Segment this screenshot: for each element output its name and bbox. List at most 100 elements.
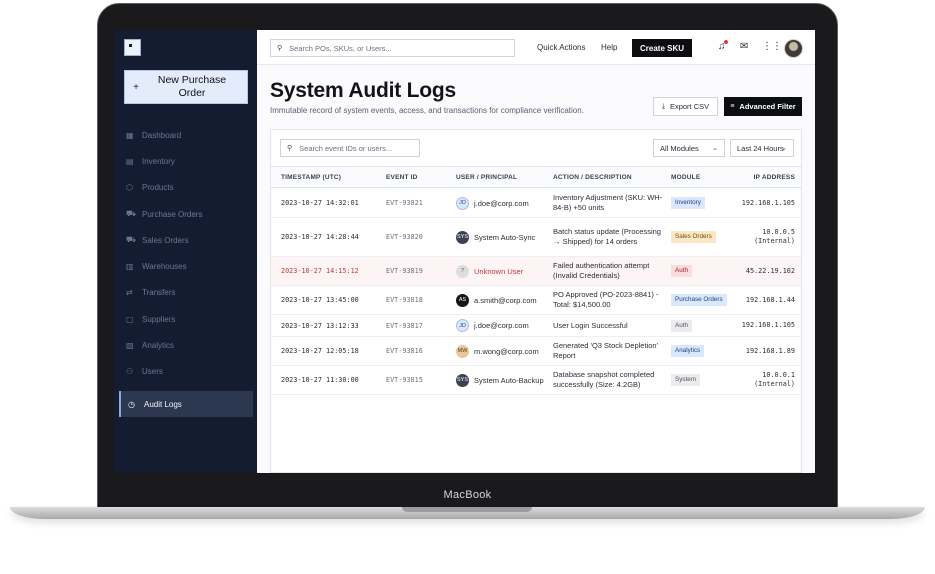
sidebar-item-sales-orders[interactable]: ⛟ Sales Orders [114, 227, 257, 253]
new-purchase-order-button[interactable]: + New Purchase Order [124, 70, 248, 104]
column-header-action[interactable]: ACTION / DESCRIPTION [553, 174, 632, 181]
table-row[interactable]: 2023-10-27 13:12:33 EVT-93817 JD j.doe@corp… [271, 315, 801, 337]
user-avatar[interactable] [784, 39, 803, 58]
time-range-select-value: Last 24 Hours [737, 143, 784, 153]
export-csv-button[interactable]: ⤓ Export CSV [653, 97, 718, 116]
table-row[interactable]: 2023-10-27 13:45:00 EVT-93818 AS a.smith@co… [271, 286, 801, 315]
ip-note: (Internal) [754, 237, 795, 245]
chevron-down-icon: ⌄ [781, 145, 787, 152]
user-avatar-initials: SYS [456, 230, 469, 244]
table-row[interactable]: 2023-10-27 14:32:01 EVT-93821 JD j.doe@corp… [271, 189, 801, 218]
module-cell: Auth [671, 257, 692, 285]
user-name: System Auto-Sync [474, 232, 536, 242]
device-brand-label: MacBook [443, 489, 492, 501]
export-csv-label: Export CSV [669, 102, 710, 111]
user-cell: ? Unknown User [456, 257, 523, 285]
action-description-cell: Generated 'Q3 Stock Depletion' Report [553, 341, 659, 360]
column-header-module[interactable]: MODULE [671, 174, 700, 181]
event-id-cell: EVT-93815 [386, 376, 423, 384]
ip-address: 192.168.1.105 [741, 198, 795, 207]
user-avatar-initials: JD [456, 319, 469, 332]
sidebar-item-dashboard[interactable]: ▦ Dashboard [114, 122, 257, 148]
apps-grid-icon[interactable]: ⋮⋮ [762, 41, 782, 52]
ip-address: 10.0.0.5 [762, 228, 795, 236]
sidebar-item-label: Audit Logs [144, 399, 182, 409]
audit-log-card: ⚲ Search event IDs or users... All Modul… [270, 129, 802, 473]
sidebar-item-suppliers[interactable]: ▢ Suppliers [114, 306, 257, 332]
column-header-ip[interactable]: IP ADDRESS [754, 174, 795, 181]
column-header-timestamp[interactable]: TIMESTAMP (UTC) [281, 174, 341, 181]
sidebar-item-products[interactable]: ⬡ Products [114, 175, 257, 201]
event-id-cell: EVT-93816 [386, 347, 423, 355]
action-description-cell: Batch status update (Processing → Shippe… [553, 227, 661, 246]
time-range-select[interactable]: Last 24 Hours ⌄ [730, 139, 794, 157]
filter-icon: ≡ [730, 103, 735, 110]
ip-address-cell: 192.168.1.44 [746, 286, 795, 314]
user-name: System Auto-Backup [474, 375, 544, 385]
global-search-input[interactable]: ⚲ Search POs, SKUs, or Users... [270, 39, 515, 57]
ip-address-cell: 45.22.19.102 [746, 257, 795, 285]
advanced-filter-button[interactable]: ≡ Advanced Filter [724, 97, 802, 116]
app-logo[interactable] [124, 39, 141, 56]
sidebar-item-transfers[interactable]: ⇄ Transfers [114, 280, 257, 306]
sidebar-item-label: Purchase Orders [142, 209, 203, 219]
event-id-cell: EVT-93818 [386, 296, 423, 304]
table-header: TIMESTAMP (UTC) EVENT ID USER / PRINCIPA… [271, 166, 801, 188]
module-cell: Auth [671, 315, 692, 336]
inventory-icon: ▤ [126, 156, 134, 166]
sidebar-item-purchase-orders[interactable]: ⛟ Purchase Orders [114, 201, 257, 227]
quick-actions-link[interactable]: Quick Actions [537, 43, 585, 52]
user-cell: JD j.doe@corp.com [456, 189, 529, 217]
user-avatar-initials: AS [456, 293, 469, 307]
timestamp-cell: 2023-10-27 13:12:33 [281, 321, 359, 330]
warehouse-icon: ▥ [126, 262, 134, 272]
mail-icon[interactable]: ✉ [740, 41, 748, 52]
module-badge: Analytics [671, 345, 705, 357]
main-content: ⚲ Search POs, SKUs, or Users... Quick Ac… [257, 30, 815, 473]
column-header-user[interactable]: USER / PRINCIPAL [456, 174, 517, 181]
user-avatar-initials: SYS [456, 373, 469, 387]
search-icon: ⚲ [287, 145, 293, 152]
global-search-placeholder: Search POs, SKUs, or Users... [289, 43, 392, 53]
user-cell: JD j.doe@corp.com [456, 315, 529, 336]
ip-address-cell: 10.0.0.1 (Internal) [754, 366, 795, 394]
history-icon: ◷ [128, 399, 135, 409]
cart-icon: ⛟ [126, 209, 137, 219]
user-cell: SYS System Auto-Sync [456, 218, 535, 256]
sidebar-item-audit-logs[interactable]: ◷ Audit Logs [119, 390, 253, 418]
advanced-filter-label: Advanced Filter [739, 102, 796, 111]
event-search-input[interactable]: ⚲ Search event IDs or users... [280, 139, 420, 157]
user-cell: SYS System Auto-Backup [456, 366, 544, 394]
ip-address: 192.168.1.105 [741, 321, 795, 329]
event-id-cell: EVT-93817 [386, 321, 423, 330]
table-row[interactable]: 2023-10-27 11:30:00 EVT-93815 SYS System Au… [271, 366, 801, 395]
module-badge: System [671, 374, 700, 386]
sidebar-item-inventory[interactable]: ▤ Inventory [114, 148, 257, 174]
analytics-icon: ▧ [126, 341, 134, 351]
sidebar-item-users[interactable]: ⚇ Users [114, 359, 257, 385]
create-sku-button[interactable]: Create SKU [632, 39, 692, 57]
sidebar-item-analytics[interactable]: ▧ Analytics [114, 332, 257, 358]
sidebar-item-warehouses[interactable]: ▥ Warehouses [114, 253, 257, 279]
ip-address-cell: 10.0.0.5 (Internal) [754, 218, 795, 256]
sidebar-item-label: Users [142, 367, 163, 377]
action-description-cell: Inventory Adjustment (SKU: WH-84-B) +50 … [553, 193, 663, 212]
user-name: a.smith@corp.com [474, 295, 537, 305]
table-row[interactable]: 2023-10-27 12:05:18 EVT-93816 MW m.wong@cor… [271, 337, 801, 366]
timestamp-cell: 2023-10-27 12:05:18 [281, 347, 359, 355]
module-cell: System [671, 366, 700, 394]
table-row[interactable]: 2023-10-27 14:15:12 EVT-93819? Unknown Use… [271, 257, 801, 286]
user-name: j.doe@corp.com [474, 198, 529, 208]
ip-address-cell: 192.168.1.105 [742, 189, 795, 217]
page-title: System Audit Logs [270, 79, 457, 102]
action-description-cell: PO Approved (PO-2023-8841) - Total: $14,… [553, 290, 659, 309]
timestamp-cell: 2023-10-27 13:45:00 [281, 296, 359, 304]
app-screen: + New Purchase Order ▦ Dashboard ▤ Inventor… [114, 30, 815, 473]
table-row[interactable]: 2023-10-27 14:28:44 EVT-93820 SYS System Au… [271, 218, 801, 257]
ip-address: 192.168.1.44 [745, 295, 795, 304]
help-link[interactable]: Help [601, 43, 617, 52]
event-id-cell: EVT-93820 [386, 233, 423, 241]
module-select[interactable]: All Modules ⌄ [653, 139, 725, 157]
ip-address-cell: 192.168.1.89 [746, 337, 795, 365]
column-header-event-id[interactable]: EVENT ID [386, 174, 418, 181]
